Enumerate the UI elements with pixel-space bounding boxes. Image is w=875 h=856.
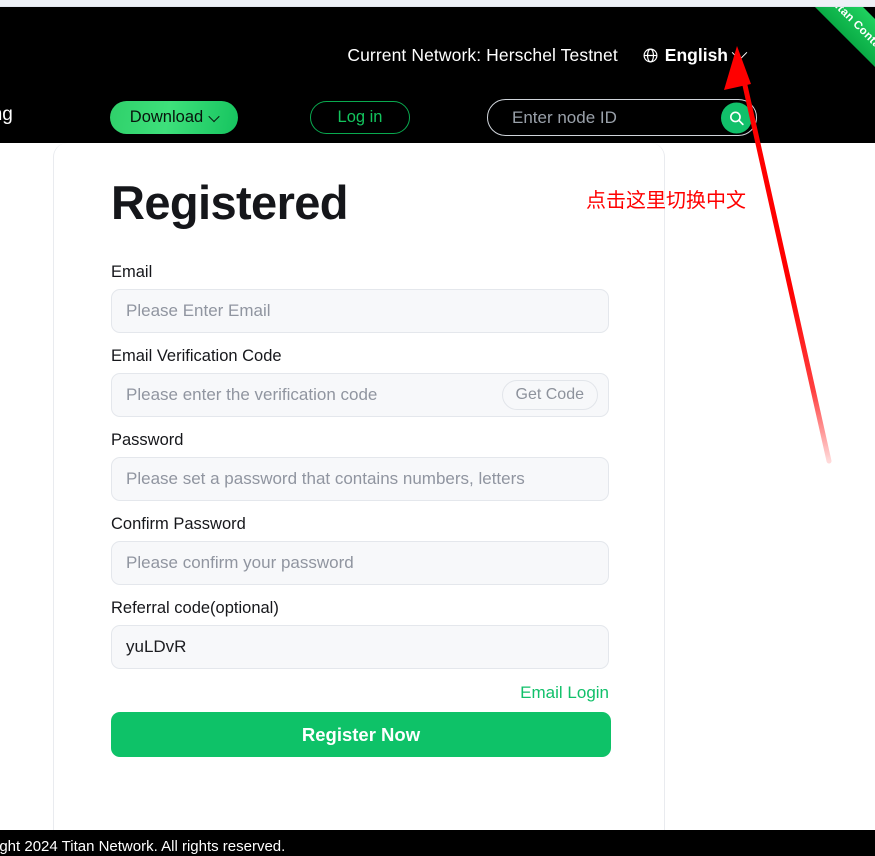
email-field[interactable]: Please Enter Email	[111, 289, 609, 333]
language-selector[interactable]: English	[642, 44, 748, 66]
search-button[interactable]	[721, 102, 752, 133]
browser-top-strip	[0, 0, 875, 7]
referral-code-field-label: Referral code(optional)	[111, 599, 279, 617]
verification-code-field[interactable]: Please enter the verification code Get C…	[111, 373, 609, 417]
email-login-link[interactable]: Email Login	[111, 683, 609, 703]
current-network-label: Current Network: Herschel Testnet	[347, 44, 618, 65]
page-root: Current Network: Herschel Testnet Englis…	[0, 0, 875, 856]
registration-form: Email Please Enter Email Email Verificat…	[111, 263, 611, 757]
site-footer: Copyright 2024 Titan Network. All rights…	[0, 830, 875, 856]
search-input[interactable]: Enter node ID	[488, 108, 756, 128]
download-button[interactable]: Download	[110, 101, 238, 134]
register-now-button[interactable]: Register Now	[111, 712, 611, 757]
confirm-password-placeholder: Please confirm your password	[126, 553, 354, 572]
email-field-label: Email	[111, 263, 153, 281]
referral-code-field[interactable]: yuLDvR	[111, 625, 609, 669]
chevron-down-icon	[731, 44, 748, 60]
referral-code-value: yuLDvR	[126, 637, 187, 656]
header-utility-row: Current Network: Herschel Testnet Englis…	[0, 38, 875, 72]
login-button-label: Log in	[337, 108, 383, 126]
site-header: Current Network: Herschel Testnet Englis…	[0, 7, 875, 143]
password-field-placeholder: Please set a password that contains numb…	[126, 469, 525, 488]
confirm-password-field[interactable]: Please confirm your password	[111, 541, 609, 585]
email-field-placeholder: Please Enter Email	[126, 301, 271, 320]
registration-card: Registered Email Please Enter Email Emai…	[53, 143, 665, 830]
password-field-label: Password	[111, 431, 184, 449]
footer-copyright: Copyright 2024 Titan Network. All rights…	[0, 838, 286, 855]
register-now-button-label: Register Now	[301, 723, 421, 745]
login-button[interactable]: Log in	[310, 101, 410, 134]
nav-item-staking[interactable]: king	[0, 104, 13, 126]
get-code-button-label: Get Code	[515, 386, 584, 403]
password-field[interactable]: Please set a password that contains numb…	[111, 457, 609, 501]
verification-code-field-label: Email Verification Code	[111, 347, 282, 365]
page-title: Registered	[111, 176, 349, 229]
search-icon	[730, 111, 744, 125]
get-code-button[interactable]: Get Code	[501, 380, 598, 410]
verification-code-placeholder: Please enter the verification code	[126, 385, 378, 404]
download-button-label: Download	[129, 108, 204, 126]
globe-icon	[642, 47, 659, 64]
language-label: English	[664, 44, 728, 65]
confirm-password-field-label: Confirm Password	[111, 515, 246, 533]
node-search-box[interactable]: Enter node ID	[487, 99, 757, 136]
chevron-down-icon	[208, 110, 220, 122]
